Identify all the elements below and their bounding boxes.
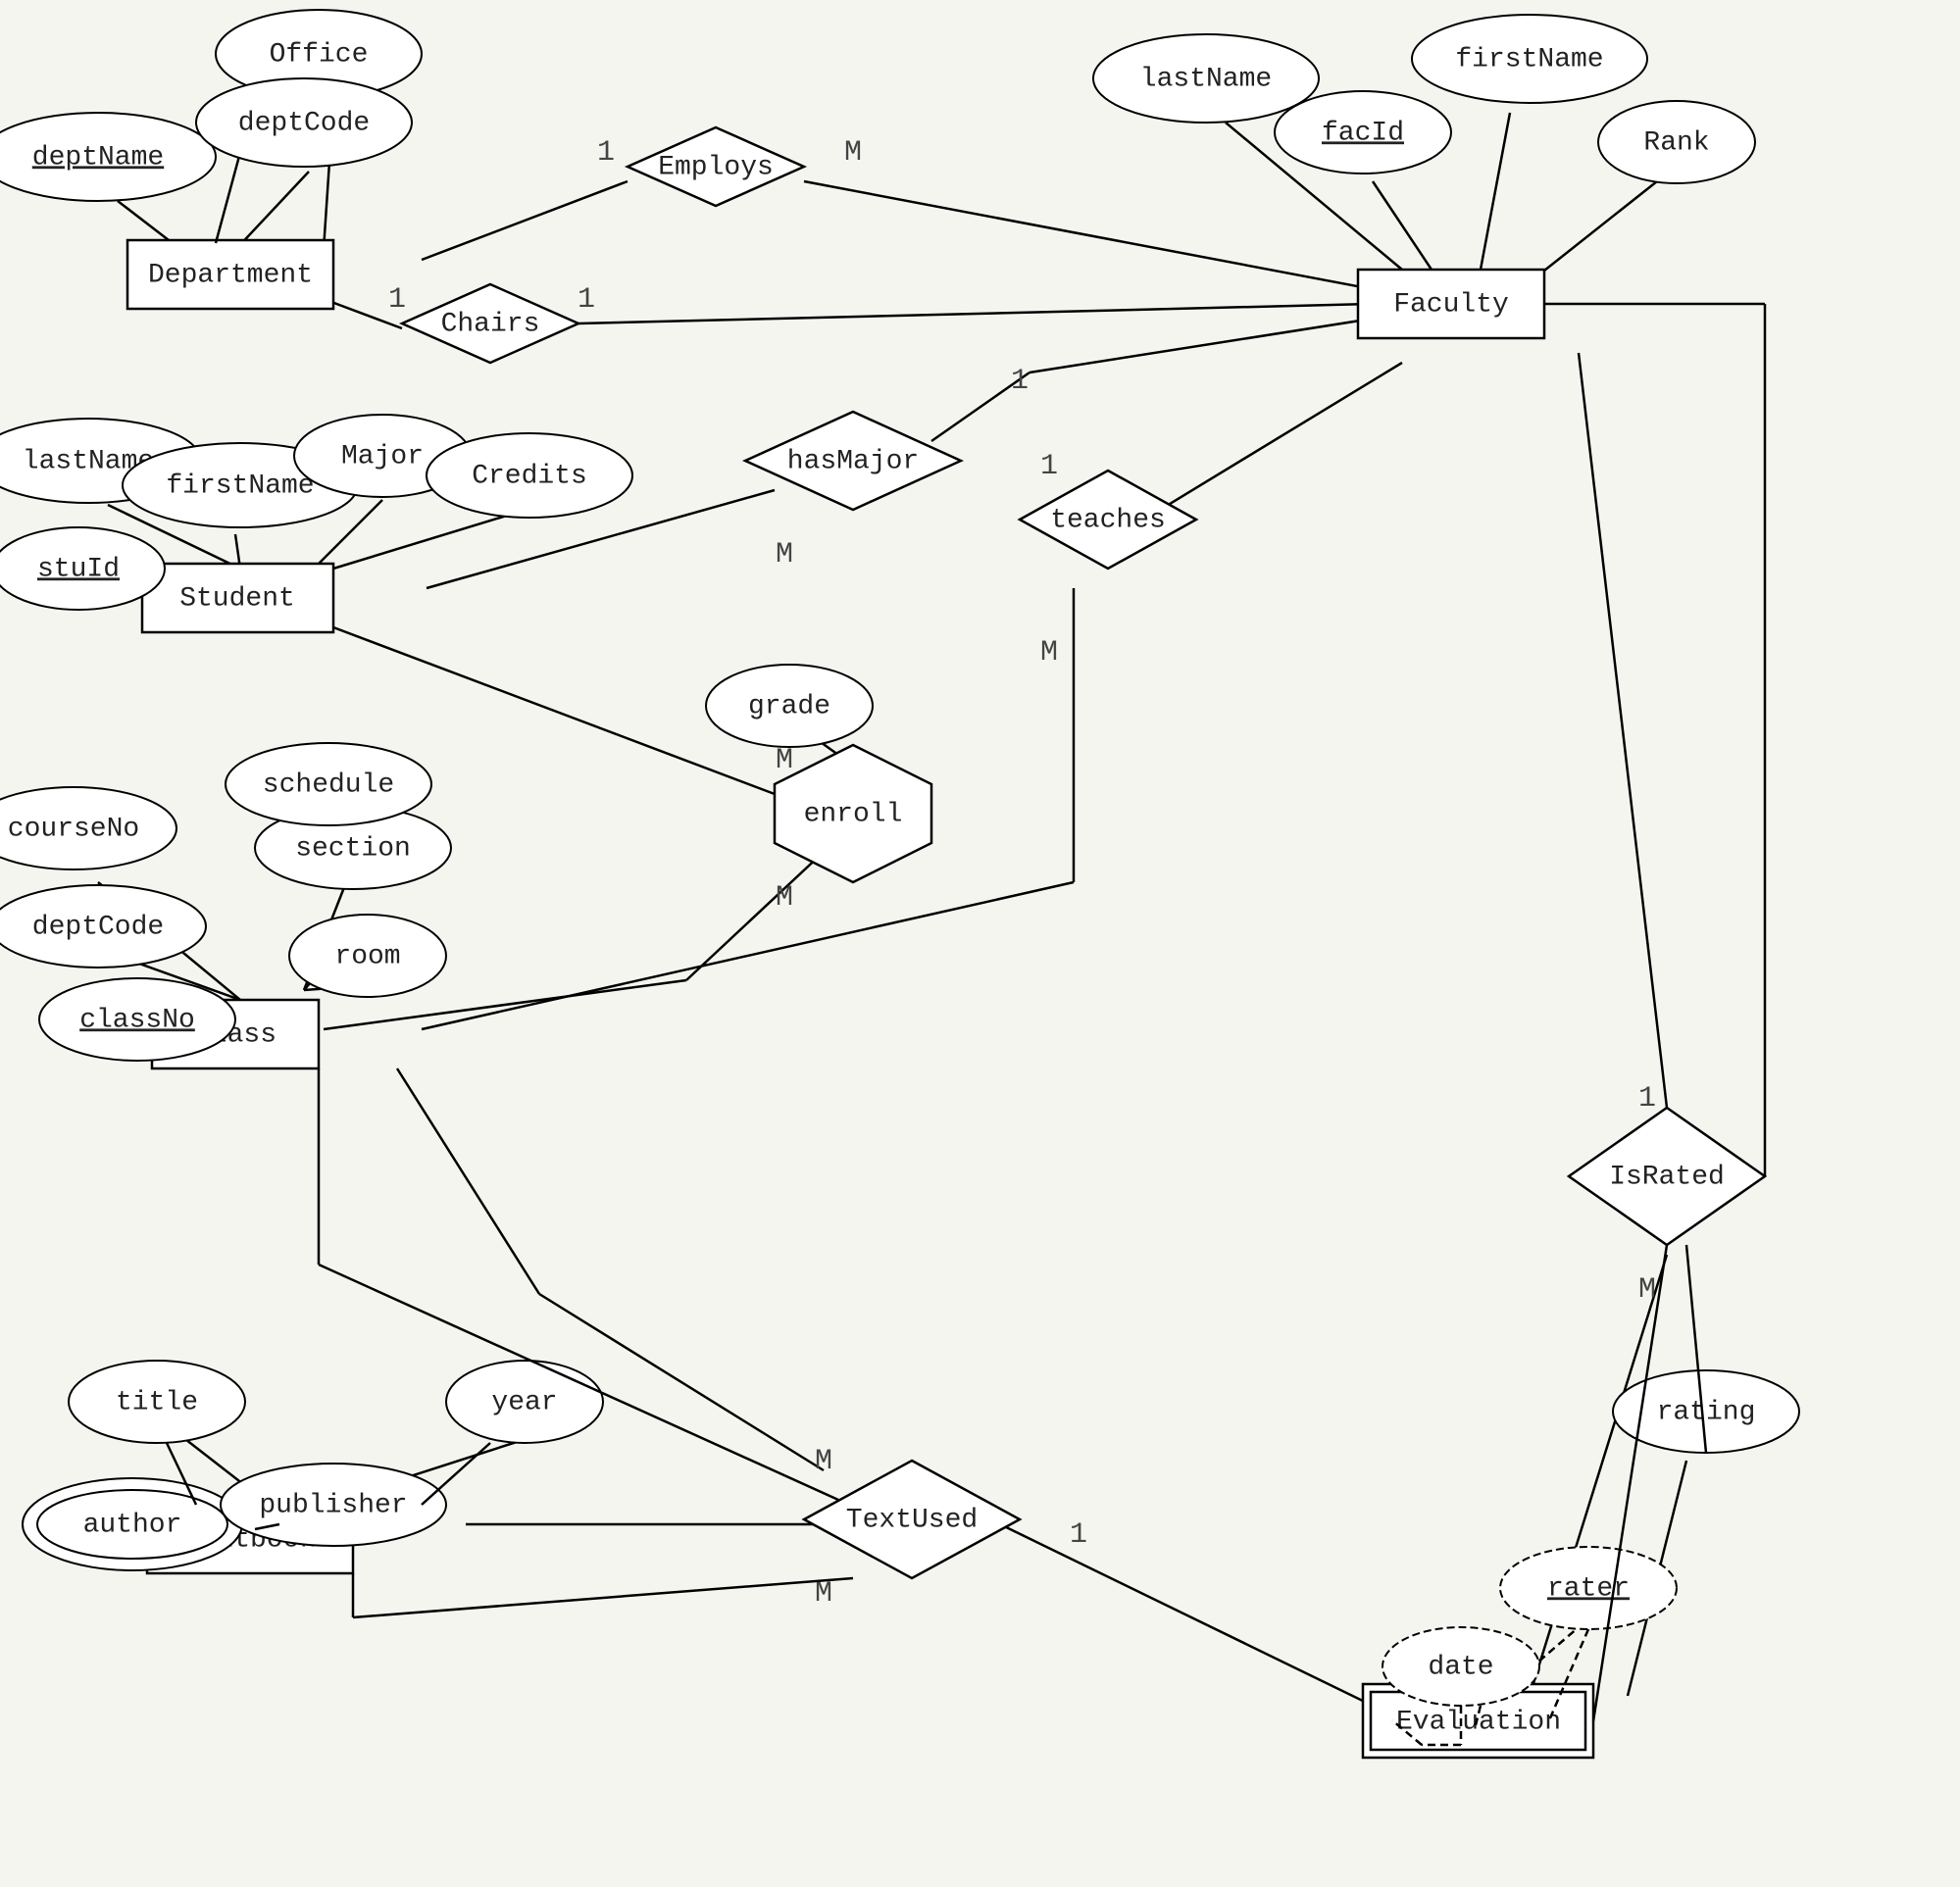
stuid-label: stuId bbox=[37, 554, 120, 584]
cardinality-hasmajor-1: 1 bbox=[1011, 365, 1029, 398]
year-label: year bbox=[491, 1387, 557, 1417]
firstname-fac-label: firstName bbox=[1455, 44, 1603, 74]
date-label: date bbox=[1428, 1652, 1493, 1682]
cardinality-textused-1: 1 bbox=[1070, 1518, 1087, 1552]
hasmajor-label: hasMajor bbox=[787, 446, 919, 476]
cardinality-teaches-1: 1 bbox=[1040, 450, 1058, 483]
courseno-label: courseNo bbox=[8, 814, 139, 844]
deptname-label: deptName bbox=[32, 142, 164, 173]
cardinality-enroll-mc: M bbox=[776, 881, 793, 915]
cardinality-textused-mc: M bbox=[815, 1445, 832, 1478]
lastname-fac-label: lastName bbox=[1140, 64, 1272, 94]
er-diagram: Employs Chairs hasMajor teaches enroll T… bbox=[0, 0, 1960, 1887]
grade-label: grade bbox=[748, 691, 830, 721]
cardinality-employs-1: 1 bbox=[597, 136, 615, 170]
faculty-label: Faculty bbox=[1393, 289, 1509, 320]
cardinality-hasmajor-m: M bbox=[776, 538, 793, 571]
cardinality-enroll-ms: M bbox=[776, 744, 793, 777]
publisher-label: publisher bbox=[259, 1490, 407, 1520]
section-label: section bbox=[295, 833, 411, 864]
credits-label: Credits bbox=[472, 461, 587, 491]
author-label: author bbox=[83, 1510, 182, 1540]
classno-label: classNo bbox=[79, 1005, 195, 1035]
deptcode-cls-label: deptCode bbox=[32, 912, 164, 942]
department-label: Department bbox=[148, 260, 313, 290]
room-label: room bbox=[334, 941, 400, 971]
cardinality-chairs-1a: 1 bbox=[388, 283, 406, 317]
chairs-label: Chairs bbox=[441, 309, 540, 339]
teaches-label: teaches bbox=[1050, 505, 1166, 535]
rater-label: rater bbox=[1547, 1573, 1630, 1604]
employs-label: Employs bbox=[658, 152, 774, 182]
facid-label: facId bbox=[1322, 118, 1404, 148]
office-label: Office bbox=[270, 39, 369, 70]
cardinality-israted-1: 1 bbox=[1638, 1082, 1656, 1116]
firstname-stu-label: firstName bbox=[166, 471, 314, 501]
title-label: title bbox=[116, 1387, 198, 1417]
deptcode-dept-label: deptCode bbox=[238, 108, 370, 138]
student-label: Student bbox=[179, 583, 295, 614]
cardinality-teaches-m: M bbox=[1040, 636, 1058, 670]
cardinality-employs-m: M bbox=[844, 136, 862, 170]
cardinality-chairs-1b: 1 bbox=[578, 283, 595, 317]
israted-label: IsRated bbox=[1609, 1162, 1725, 1192]
schedule-label: schedule bbox=[263, 770, 394, 800]
rating-label: rating bbox=[1657, 1397, 1756, 1427]
enroll-label: enroll bbox=[804, 799, 903, 829]
textused-label: TextUsed bbox=[846, 1505, 978, 1535]
cardinality-israted-m: M bbox=[1638, 1273, 1656, 1307]
major-label: Major bbox=[341, 441, 424, 472]
rank-label: Rank bbox=[1643, 127, 1709, 158]
